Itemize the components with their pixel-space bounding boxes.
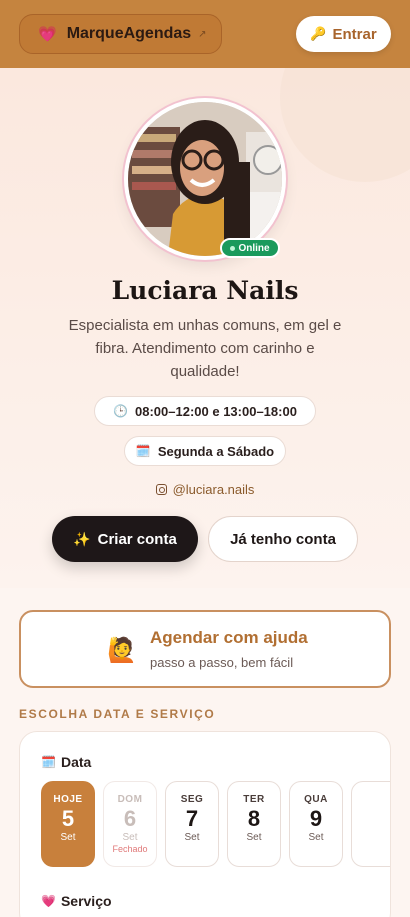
day-month: Set bbox=[246, 832, 262, 843]
online-dot-icon bbox=[230, 245, 236, 251]
day-option[interactable]: TER 8 Set bbox=[227, 781, 281, 867]
brand-button[interactable]: 💗 MarqueAgendas ↗ bbox=[19, 14, 222, 54]
calendar-icon: 🗓️ bbox=[41, 755, 56, 769]
day-month: Set bbox=[308, 832, 324, 843]
day-month: Set bbox=[184, 832, 200, 843]
have-account-label: Já tenho conta bbox=[230, 530, 336, 548]
online-badge: Online bbox=[220, 238, 280, 258]
login-label: Entrar bbox=[332, 25, 377, 43]
day-option[interactable]: QUA 9 Set bbox=[289, 781, 343, 867]
key-icon: 🔑 bbox=[310, 26, 327, 42]
day-number: 7 bbox=[185, 806, 199, 831]
day-number: 9 bbox=[309, 806, 323, 831]
date-label: 🗓️ Data bbox=[41, 754, 91, 770]
days-pill: 🗓️ Segunda a Sábado bbox=[124, 436, 286, 466]
day-month: Set bbox=[60, 832, 76, 843]
day-number: 5 bbox=[61, 806, 75, 831]
decorative-circle bbox=[280, 68, 410, 182]
brand-label: MarqueAgendas bbox=[66, 25, 192, 42]
help-booking-card[interactable]: 🙋 Agendar com ajuda passo a passo, bem f… bbox=[19, 610, 391, 688]
day-number: 6 bbox=[123, 806, 137, 831]
day-option[interactable]: DOM 6 Set Fechado bbox=[103, 781, 157, 867]
help-card-title: Agendar com ajuda bbox=[150, 628, 308, 647]
arrow-up-right-icon: ↗ bbox=[198, 28, 207, 40]
avatar bbox=[124, 98, 286, 260]
day-number: 8 bbox=[247, 806, 261, 831]
clock-icon: 🕒 bbox=[113, 404, 129, 418]
booking-panel: 🗓️ Data HOJE 5 Set DOM 6 Set Fechado SEG… bbox=[19, 731, 391, 917]
day-option-partial[interactable] bbox=[351, 781, 390, 867]
section-title: ESCOLHA DATA E SERVIÇO bbox=[19, 707, 216, 721]
instagram-handle: @luciara.nails bbox=[172, 482, 255, 497]
day-month: Set bbox=[122, 832, 138, 843]
login-button[interactable]: 🔑 Entrar bbox=[296, 16, 391, 52]
date-label-text: Data bbox=[60, 754, 92, 770]
day-option[interactable]: SEG 7 Set bbox=[165, 781, 219, 867]
day-name: DOM bbox=[117, 794, 143, 805]
instagram-link[interactable]: @luciara.nails bbox=[0, 482, 410, 497]
instagram-icon bbox=[155, 484, 167, 495]
create-account-label: Criar conta bbox=[97, 530, 177, 548]
have-account-button[interactable]: Já tenho conta bbox=[208, 516, 358, 562]
service-label-text: Serviço bbox=[60, 893, 112, 909]
day-name: TER bbox=[243, 794, 265, 805]
hours-pill: 🕒 08:00–12:00 e 13:00–18:00 bbox=[94, 396, 316, 426]
date-picker-row: HOJE 5 Set DOM 6 Set Fechado SEG 7 Set T… bbox=[41, 781, 390, 867]
day-closed-note: Fechado bbox=[112, 844, 148, 854]
help-card-subtitle: passo a passo, bem fácil bbox=[150, 655, 294, 670]
service-label: 💗 Serviço bbox=[41, 893, 112, 909]
heart-icon: 💗 bbox=[38, 25, 57, 43]
day-name: SEG bbox=[180, 794, 204, 805]
raising-hand-icon: 🙋 bbox=[107, 636, 137, 664]
profile-name: Luciara Nails bbox=[111, 276, 299, 305]
day-option[interactable]: HOJE 5 Set bbox=[41, 781, 95, 867]
create-account-button[interactable]: ✨ Criar conta bbox=[52, 516, 198, 562]
days-label: Segunda a Sábado bbox=[157, 443, 275, 459]
avatar-photo bbox=[128, 102, 282, 256]
hours-label: 08:00–12:00 e 13:00–18:00 bbox=[135, 403, 297, 419]
heart-icon: 💗 bbox=[41, 894, 56, 908]
day-name: HOJE bbox=[53, 794, 83, 805]
day-name: QUA bbox=[304, 794, 328, 805]
online-label: Online bbox=[238, 242, 270, 254]
profile-bio: Especialista em unhas comuns, em gel e f… bbox=[68, 317, 342, 380]
sparkles-icon: ✨ bbox=[73, 530, 91, 547]
calendar-icon: 🗓️ bbox=[135, 444, 151, 458]
